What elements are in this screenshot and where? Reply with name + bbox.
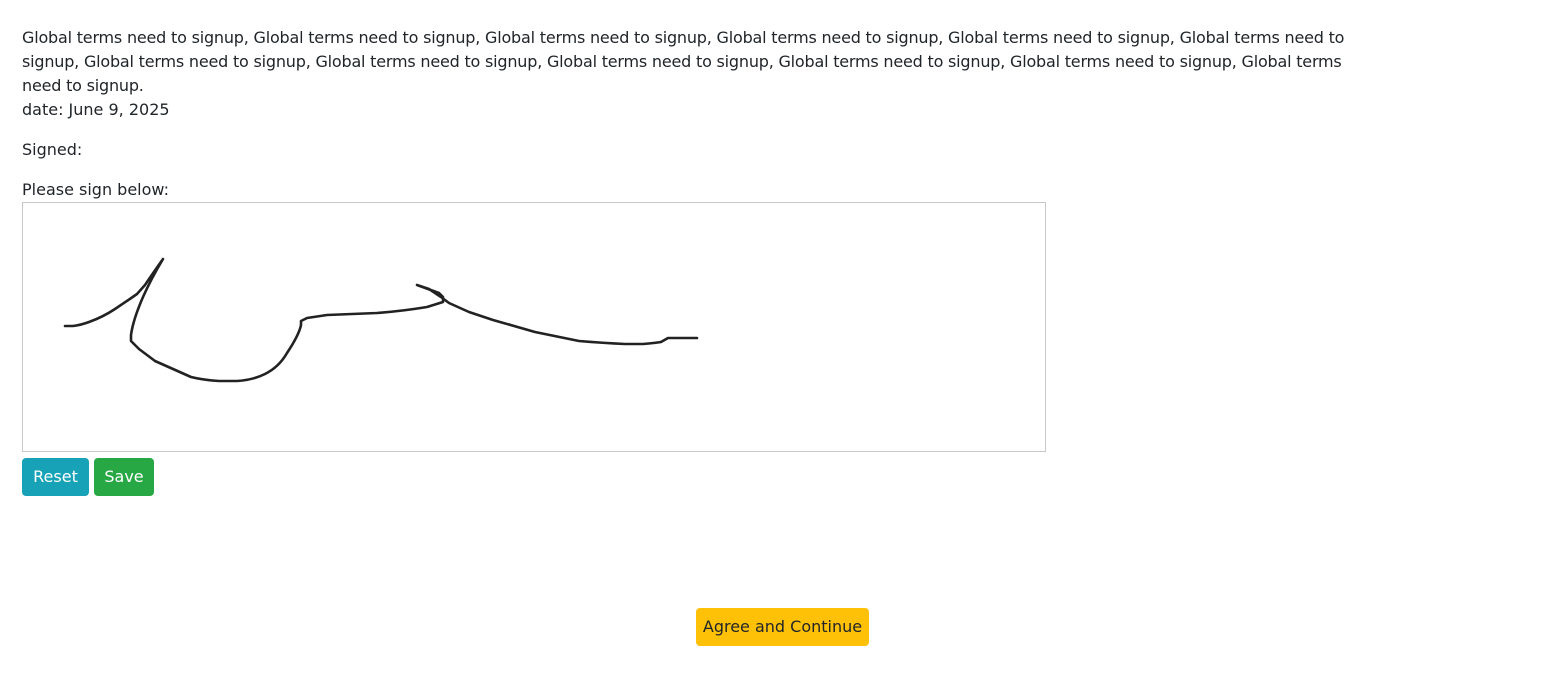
save-button[interactable]: Save [94,458,154,496]
signature-stroke [63,257,699,383]
signup-terms-page: Global terms need to signup, Global term… [0,0,1556,681]
signature-pad[interactable] [22,202,1046,452]
signed-line: Signed: [22,140,83,159]
agree-and-continue-button[interactable]: Agree and Continue [696,608,869,646]
reset-button[interactable]: Reset [22,458,89,496]
date-line: date: June 9, 2025 [22,100,170,119]
terms-text: Global terms need to signup, Global term… [22,28,1345,95]
signature-drawing [63,257,699,383]
sign-below-label: Please sign below: [22,180,170,199]
